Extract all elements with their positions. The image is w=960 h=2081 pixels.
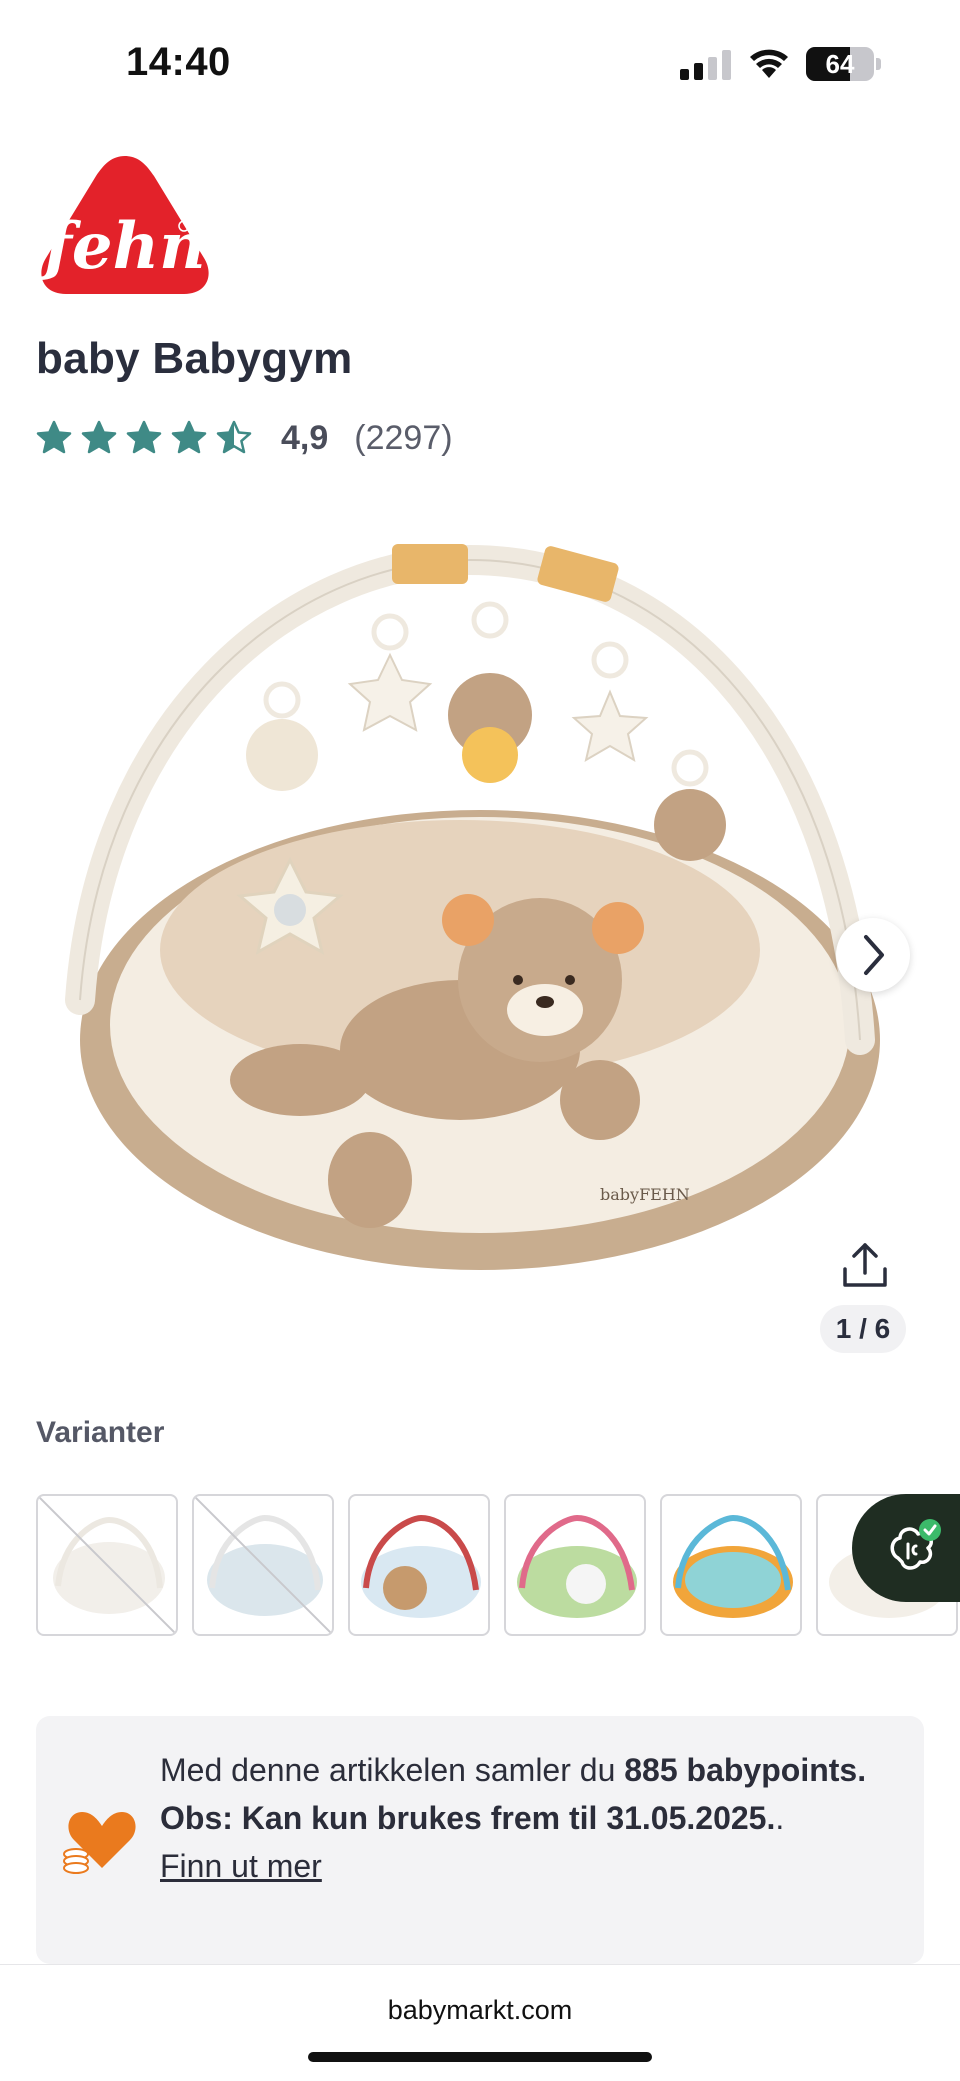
babypoints-heart-icon bbox=[63, 1812, 136, 1874]
chat-assistant-icon bbox=[890, 1519, 941, 1570]
gallery-pager: 1 / 6 bbox=[820, 1305, 906, 1353]
share-icon bbox=[843, 1243, 887, 1287]
variant-1[interactable] bbox=[36, 1494, 178, 1636]
rating-stars bbox=[36, 420, 261, 456]
variants-label: Varianter bbox=[36, 1416, 165, 1449]
signal-icon bbox=[680, 50, 731, 80]
battery-level: 64 bbox=[825, 49, 855, 79]
mat-label: babyFEHN bbox=[600, 1185, 690, 1204]
product-title: baby Babygym bbox=[36, 334, 353, 383]
star-icon bbox=[171, 420, 207, 454]
variant-3-thumbnail bbox=[361, 1514, 481, 1618]
variant-2-thumbnail bbox=[194, 1496, 332, 1634]
learn-more-link[interactable]: Finn ut mer bbox=[160, 1842, 322, 1890]
variant-2[interactable] bbox=[192, 1494, 334, 1636]
babypoints-text-start: Med denne artikkelen samler du bbox=[160, 1752, 625, 1788]
status-bar: 14:40 64 bbox=[0, 0, 960, 130]
variant-5[interactable] bbox=[660, 1494, 802, 1636]
babypoints-text-end: . bbox=[775, 1800, 785, 1836]
star-icon bbox=[36, 420, 72, 454]
star-icon bbox=[126, 420, 162, 454]
babygym-illustration: babyFEHN bbox=[65, 544, 880, 1270]
rating-count: (2297) bbox=[354, 418, 453, 457]
home-indicator[interactable] bbox=[308, 2052, 652, 2062]
logo-wordmark: fehn bbox=[40, 209, 205, 284]
variant-5-thumbnail bbox=[673, 1514, 793, 1618]
variant-4[interactable] bbox=[504, 1494, 646, 1636]
babypoints-info: Med denne artikkelen samler du 885 babyp… bbox=[36, 1716, 924, 1964]
babypoints-text: Med denne artikkelen samler du 885 babyp… bbox=[160, 1746, 900, 1890]
brand-logo[interactable]: fehn bbox=[34, 150, 216, 300]
battery-icon: 64 bbox=[806, 47, 874, 81]
variants-row bbox=[36, 1494, 960, 1636]
product-image[interactable]: babyFEHN bbox=[40, 520, 920, 1310]
rating-row[interactable]: 4,9 (2297) bbox=[36, 416, 453, 460]
chevron-right-icon bbox=[864, 935, 884, 975]
variant-3[interactable] bbox=[348, 1494, 490, 1636]
wifi-icon bbox=[750, 49, 788, 78]
status-time: 14:40 bbox=[126, 40, 231, 84]
star-icon bbox=[81, 420, 117, 454]
chat-assistant-button[interactable] bbox=[852, 1494, 960, 1602]
rating-value: 4,9 bbox=[281, 418, 329, 457]
fehn-logo: fehn bbox=[40, 156, 209, 294]
battery-tip bbox=[876, 58, 881, 70]
variant-4-thumbnail bbox=[517, 1514, 637, 1618]
url-text: babymarkt.com bbox=[387, 1995, 573, 2025]
gallery-next-button[interactable] bbox=[836, 918, 910, 992]
share-button[interactable] bbox=[838, 1238, 892, 1292]
browser-url-bar[interactable]: babymarkt.com bbox=[0, 1964, 960, 2081]
variant-1-thumbnail bbox=[38, 1496, 176, 1634]
star-icon bbox=[216, 420, 252, 454]
